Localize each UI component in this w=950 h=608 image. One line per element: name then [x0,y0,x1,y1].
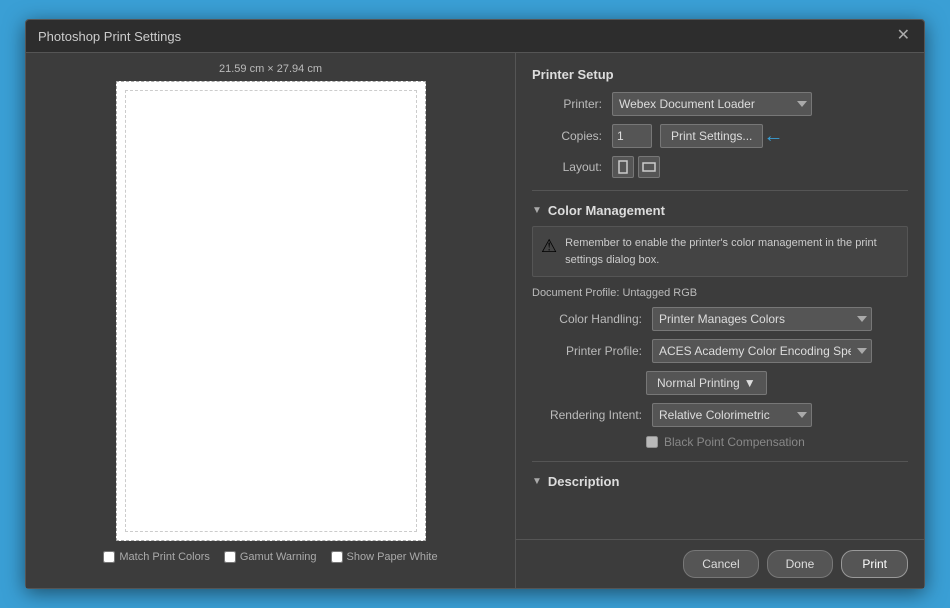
close-button[interactable]: ✕ [895,28,912,44]
dialog-title: Photoshop Print Settings [38,29,181,44]
portrait-icon[interactable] [612,156,634,178]
doc-profile: Document Profile: Untagged RGB [532,287,908,299]
layout-label: Layout: [532,160,602,174]
normal-printing-label: Normal Printing [657,376,740,390]
dialog-footer: Cancel Done Print [516,539,924,588]
printer-label: Printer: [532,97,602,111]
landscape-svg [642,160,656,174]
rendering-intent-label: Rendering Intent: [532,408,642,422]
warning-box: ⚠ Remember to enable the printer's color… [532,226,908,277]
printer-row: Printer: Webex Document Loader [532,92,908,116]
gamut-warning-checkbox-item[interactable]: Gamut Warning [224,551,317,563]
description-title: Description [548,474,620,489]
right-scrollable: Printer Setup Printer: Webex Document Lo… [516,53,924,539]
color-handling-row: Color Handling: Printer Manages Colors [532,307,908,331]
printer-setup-title: Printer Setup [532,67,908,82]
color-management-title: Color Management [548,203,665,218]
match-print-colors-checkbox[interactable] [103,551,115,563]
show-paper-white-checkbox-item[interactable]: Show Paper White [331,551,438,563]
warning-text: Remember to enable the printer's color m… [565,235,899,268]
checkboxes-row: Match Print Colors Gamut Warning Show Pa… [103,551,437,563]
divider-2 [532,461,908,462]
gamut-warning-checkbox[interactable] [224,551,236,563]
arrow-indicator: ← [763,125,783,148]
show-paper-white-checkbox[interactable] [331,551,343,563]
color-handling-label: Color Handling: [532,312,642,326]
done-button[interactable]: Done [767,550,834,578]
rendering-intent-select[interactable]: Relative Colorimetric [652,403,812,427]
desc-chevron-icon[interactable]: ▼ [532,476,542,487]
cm-chevron-icon[interactable]: ▼ [532,205,542,216]
dialog-body: 21.59 cm × 27.94 cm Match Print Colors G… [26,53,924,588]
cancel-button[interactable]: Cancel [683,550,758,578]
print-button[interactable]: Print [841,550,908,578]
title-bar: Photoshop Print Settings ✕ [26,20,924,53]
gamut-warning-label: Gamut Warning [240,551,317,563]
bpc-label: Black Point Compensation [664,435,805,449]
left-panel: 21.59 cm × 27.94 cm Match Print Colors G… [26,53,516,588]
divider-1 [532,190,908,191]
right-panel: Printer Setup Printer: Webex Document Lo… [516,53,924,588]
show-paper-white-label: Show Paper White [347,551,438,563]
page-size-label: 21.59 cm × 27.94 cm [219,63,322,75]
printer-select[interactable]: Webex Document Loader [612,92,812,116]
layout-icons [612,156,660,178]
copies-input[interactable] [612,124,652,148]
normal-printing-row: Normal Printing ▼ [532,371,908,395]
paper-inner [125,90,417,532]
match-print-colors-checkbox-item[interactable]: Match Print Colors [103,551,209,563]
normal-printing-button[interactable]: Normal Printing ▼ [646,371,767,395]
photoshop-print-settings-dialog: Photoshop Print Settings ✕ 21.59 cm × 27… [25,19,925,589]
copies-row: Copies: Print Settings... ← [532,124,908,148]
color-handling-select[interactable]: Printer Manages Colors [652,307,872,331]
rendering-intent-row: Rendering Intent: Relative Colorimetric [532,403,908,427]
color-management-header: ▼ Color Management [532,203,908,218]
printer-profile-select[interactable]: ACES Academy Color Encoding Specificatio… [652,339,872,363]
paper-preview [116,81,426,541]
portrait-svg [616,160,630,174]
match-print-colors-label: Match Print Colors [119,551,209,563]
bpc-checkbox[interactable] [646,436,658,448]
printer-profile-label: Printer Profile: [532,344,642,358]
bpc-row: Black Point Compensation [646,435,908,449]
landscape-icon[interactable] [638,156,660,178]
normal-printing-chevron: ▼ [744,376,756,390]
print-settings-button[interactable]: Print Settings... [660,124,763,148]
printer-profile-row: Printer Profile: ACES Academy Color Enco… [532,339,908,363]
description-header: ▼ Description [532,474,908,489]
copies-label: Copies: [532,129,602,143]
layout-row: Layout: [532,156,908,178]
warning-icon: ⚠ [541,236,557,257]
